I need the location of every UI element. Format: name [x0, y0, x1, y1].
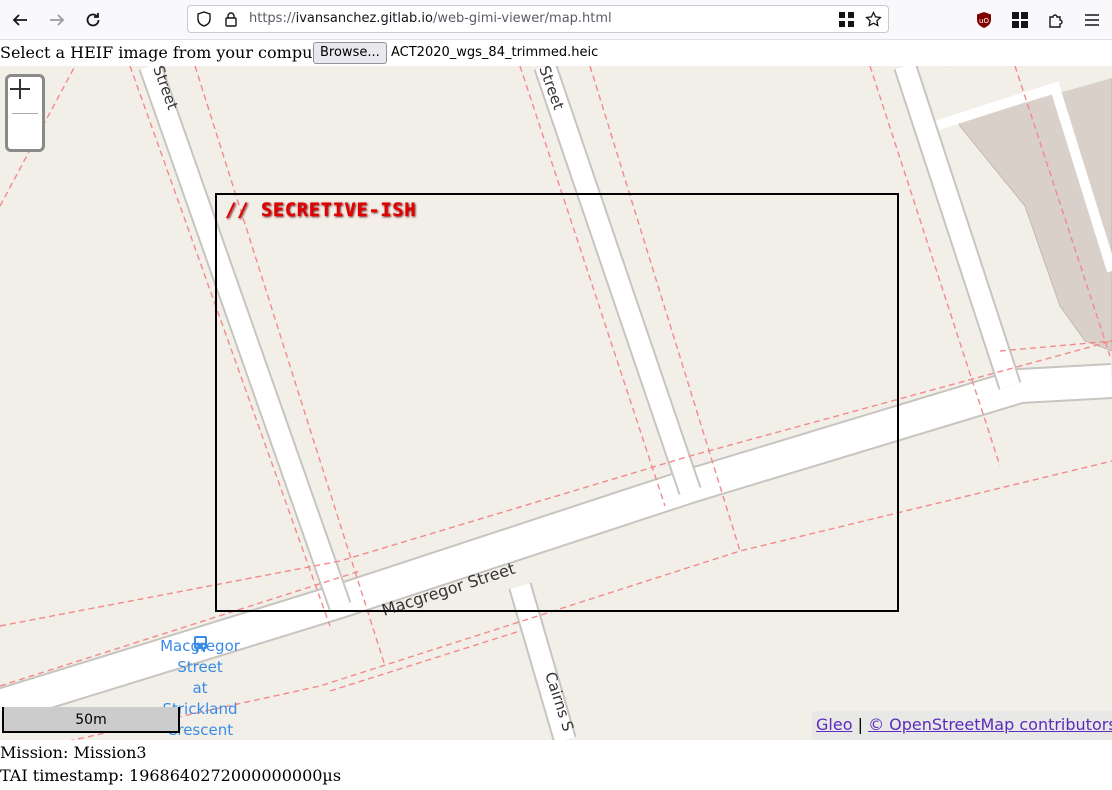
classification-label: // SECRETIVE-ISH	[225, 199, 417, 221]
menu-hamburger-icon[interactable]	[1080, 8, 1104, 32]
ublock-icon[interactable]: uO	[972, 8, 996, 32]
forward-button[interactable]	[45, 8, 69, 32]
extensions-puzzle-icon[interactable]	[1044, 8, 1068, 32]
lock-icon	[225, 12, 237, 27]
bookmark-star-icon[interactable]	[865, 11, 882, 28]
gleo-link[interactable]: Gleo	[816, 715, 852, 734]
tai-timestamp-text: TAI timestamp: 1968640272000000000µs	[0, 766, 342, 785]
shield-icon	[197, 11, 211, 27]
attribution: Gleo | © OpenStreetMap contributors	[812, 711, 1112, 740]
reload-icon	[86, 13, 100, 27]
qr-code-icon[interactable]	[839, 12, 854, 27]
back-button[interactable]	[8, 8, 32, 32]
mission-text: Mission: Mission3	[0, 743, 147, 762]
image-footprint-box	[215, 193, 899, 612]
zoom-out-button[interactable]	[8, 88, 42, 150]
svg-text:uO: uO	[979, 17, 989, 25]
reload-button[interactable]	[81, 8, 105, 32]
osm-link[interactable]: © OpenStreetMap contributors	[868, 715, 1112, 734]
file-picker-label: Select a HEIF image from your computer:	[0, 43, 342, 62]
minus-icon	[10, 88, 30, 90]
forward-arrow-icon	[50, 14, 65, 26]
selected-file-name: ACT2020_wgs_84_trimmed.heic	[391, 45, 599, 60]
zoom-control	[5, 74, 45, 152]
map-canvas[interactable]: Street Street Macgregor Street Cairns S …	[0, 66, 1112, 740]
file-picker-row: Select a HEIF image from your computer: …	[0, 40, 1112, 66]
url-bar[interactable]: https://ivansanchez.gitlab.io/web-gimi-v…	[187, 5, 889, 33]
browser-toolbar: https://ivansanchez.gitlab.io/web-gimi-v…	[0, 0, 1112, 40]
url-text: https://ivansanchez.gitlab.io/web-gimi-v…	[249, 11, 612, 26]
extension-grid-icon[interactable]	[1008, 8, 1032, 32]
scale-bar: 50m	[2, 707, 180, 733]
browse-button[interactable]: Browse...	[313, 42, 387, 64]
back-arrow-icon	[12, 14, 27, 26]
attribution-separator: |	[857, 715, 863, 734]
